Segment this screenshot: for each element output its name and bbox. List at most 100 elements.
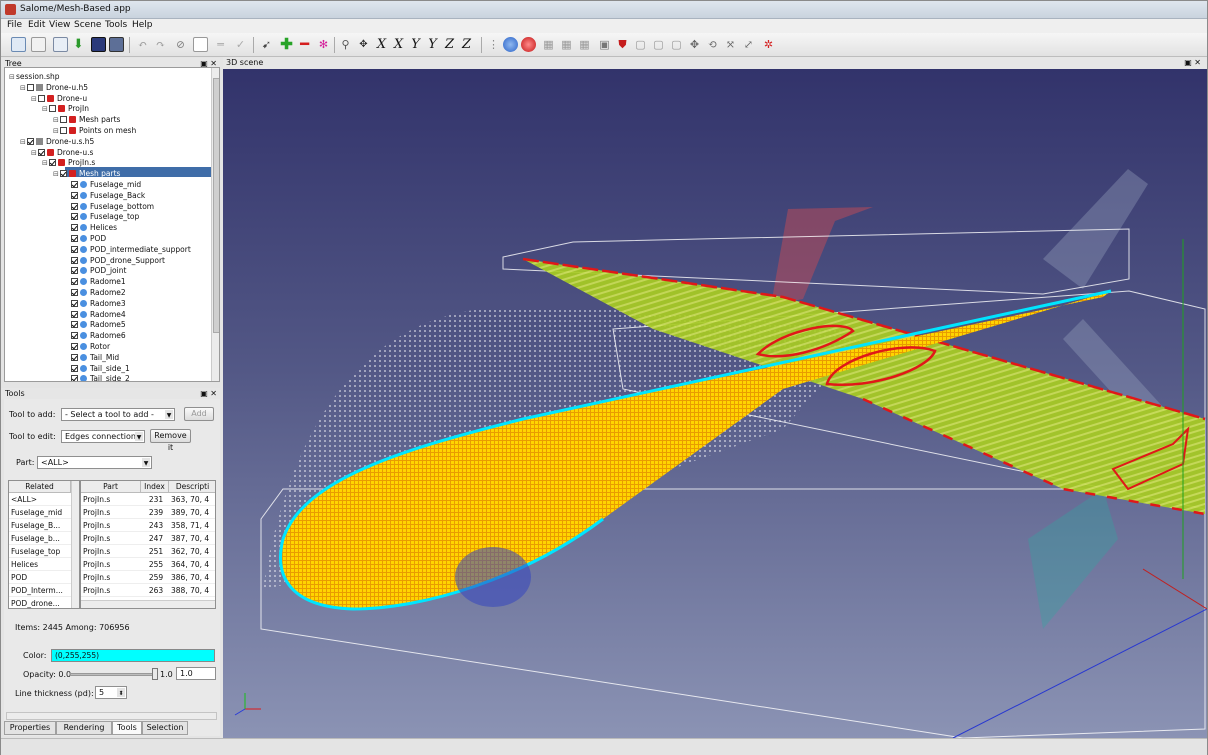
cell-index[interactable]: 255	[141, 559, 169, 571]
related-item[interactable]: <ALL>	[9, 494, 71, 506]
visibility-checkbox[interactable]	[71, 375, 78, 381]
cell-part[interactable]: ProjIn.s	[81, 546, 141, 558]
check-icon[interactable]: ✓	[233, 37, 248, 52]
visibility-checkbox[interactable]	[71, 321, 78, 329]
spin-arrows-icon[interactable]: ⬍	[117, 688, 125, 697]
view-z-minus-icon[interactable]: Z	[442, 37, 457, 52]
related-item[interactable]: POD	[9, 572, 71, 584]
cell-part[interactable]: ProjIn.s	[81, 520, 141, 532]
tree-item[interactable]: ⊟ Drone-u.s	[31, 148, 93, 158]
scale-icon[interactable]: ⤢	[741, 37, 756, 52]
visibility-checkbox[interactable]	[71, 364, 78, 372]
cell-description[interactable]: 389, 70, 4	[169, 507, 215, 519]
tree-item[interactable]: Fuselage_bottom	[64, 202, 154, 212]
save-icon[interactable]	[91, 37, 106, 52]
tab-properties[interactable]: Properties	[4, 721, 56, 735]
remove-red-icon[interactable]: ━	[297, 37, 312, 52]
tab-selection[interactable]: Selection	[142, 721, 188, 735]
tree-item[interactable]: Radome6	[64, 331, 126, 341]
view-z-plus-icon[interactable]: Z	[459, 37, 474, 52]
cube2-icon[interactable]: ▢	[651, 37, 666, 52]
tree-item[interactable]: ⊟ ProjIn	[42, 104, 89, 114]
add-green-icon[interactable]: ✚	[279, 37, 294, 52]
settings-red-icon[interactable]: ✲	[761, 37, 776, 52]
tree-item[interactable]: POD_intermediate_support	[64, 245, 191, 255]
visibility-checkbox[interactable]	[71, 343, 78, 350]
tree-item[interactable]: ⊟ Drone-u	[31, 94, 87, 104]
expander-icon[interactable]: ⊟	[42, 158, 49, 168]
opacity-input[interactable]: 1.0	[176, 667, 216, 680]
cell-index[interactable]: 243	[141, 520, 169, 532]
tree-item[interactable]: ⊟session.shp	[9, 72, 60, 82]
tree-item[interactable]: Rotor	[64, 342, 110, 352]
cell-description[interactable]: 363, 70, 4	[169, 494, 215, 506]
visibility-checkbox[interactable]	[71, 213, 78, 221]
sphere-red-icon[interactable]	[521, 37, 536, 52]
cell-part[interactable]: ProjIn.s	[81, 572, 141, 584]
cell-description[interactable]: 364, 70, 4	[169, 559, 215, 571]
view-x-plus-icon[interactable]: X	[391, 37, 406, 52]
visibility-checkbox[interactable]	[49, 105, 56, 113]
related-item[interactable]: Helices	[9, 559, 71, 571]
expander-icon[interactable]: ⊟	[20, 83, 27, 93]
tree-item[interactable]: Radome3	[64, 299, 126, 309]
visibility-checkbox[interactable]	[71, 224, 78, 232]
tool-to-add-select[interactable]: - Select a tool to add - ▼	[61, 408, 175, 421]
cell-part[interactable]: ProjIn.s	[81, 494, 141, 506]
edges-table[interactable]: Part Index Descripti ProjIn.s 231 363, 70,…	[80, 480, 216, 609]
stop-icon[interactable]: ⊘	[173, 37, 188, 52]
visibility-checkbox[interactable]	[27, 137, 34, 145]
cell-part[interactable]: ProjIn.s	[81, 585, 141, 597]
visibility-checkbox[interactable]	[49, 159, 56, 167]
color-wheel-icon[interactable]: ✻	[316, 37, 331, 52]
visibility-checkbox[interactable]	[71, 278, 78, 286]
visibility-checkbox[interactable]	[71, 191, 78, 199]
cube-icon[interactable]: ▢	[633, 37, 648, 52]
cell-index[interactable]: 247	[141, 533, 169, 545]
save-as-icon[interactable]	[109, 37, 124, 52]
related-scrollbar[interactable]	[71, 481, 79, 608]
visibility-checkbox[interactable]	[27, 83, 34, 91]
zoom-icon[interactable]: ⚲	[338, 37, 353, 52]
cell-part[interactable]: ProjIn.s	[81, 559, 141, 571]
expander-icon[interactable]: ⊟	[42, 104, 49, 114]
col-index[interactable]: Index	[141, 481, 169, 493]
view-y-minus-icon[interactable]: Y	[408, 37, 423, 52]
move-icon[interactable]: ✥	[687, 37, 702, 52]
tree-item[interactable]: Fuselage_Back	[64, 191, 145, 201]
tree-item[interactable]: Tail_side_2	[64, 374, 130, 381]
visibility-checkbox[interactable]	[71, 245, 78, 253]
color-swatch-button[interactable]: (0,255,255)	[51, 649, 215, 662]
tree-item[interactable]: Radome5	[64, 320, 126, 330]
transform-icon[interactable]: ⤧	[723, 37, 738, 52]
table-h-scrollbar[interactable]	[81, 600, 215, 608]
related-item[interactable]: POD_drone...	[9, 598, 71, 608]
tree-item[interactable]: POD_joint	[64, 266, 126, 276]
visibility-checkbox[interactable]	[38, 94, 45, 102]
cell-index[interactable]: 251	[141, 546, 169, 558]
expander-icon[interactable]: ⊟	[9, 72, 16, 82]
visibility-checkbox[interactable]	[71, 332, 78, 340]
cube3-icon[interactable]: ▢	[669, 37, 684, 52]
cell-index[interactable]: 239	[141, 507, 169, 519]
expander-icon[interactable]: ⊟	[31, 148, 38, 158]
tree-item[interactable]: Fuselage_mid	[64, 180, 141, 190]
download-arrow-icon[interactable]: ⬇	[71, 37, 86, 52]
opacity-slider-handle[interactable]	[152, 668, 158, 680]
visibility-checkbox[interactable]	[71, 181, 78, 188]
tree-item[interactable]: ⊟ Mesh parts	[53, 115, 120, 125]
tree-item[interactable]: Radome2	[64, 288, 126, 298]
mesh-icon[interactable]: ▣	[597, 37, 612, 52]
fit-icon[interactable]: ✥	[356, 37, 371, 52]
frame-icon[interactable]	[193, 37, 208, 52]
menu-view[interactable]: View	[49, 20, 70, 30]
tree-scrollbar[interactable]	[211, 68, 219, 381]
import-icon[interactable]	[53, 37, 68, 52]
3d-viewport[interactable]	[223, 69, 1207, 738]
tree-item[interactable]: ⊟ Drone-u.s.h5	[20, 137, 94, 147]
cell-index[interactable]: 259	[141, 572, 169, 584]
cell-description[interactable]: 388, 70, 4	[169, 585, 215, 597]
visibility-checkbox[interactable]	[60, 127, 67, 134]
box-icon[interactable]: ▦	[541, 37, 556, 52]
line-thickness-spinbox[interactable]: 5 ⬍	[95, 686, 127, 699]
